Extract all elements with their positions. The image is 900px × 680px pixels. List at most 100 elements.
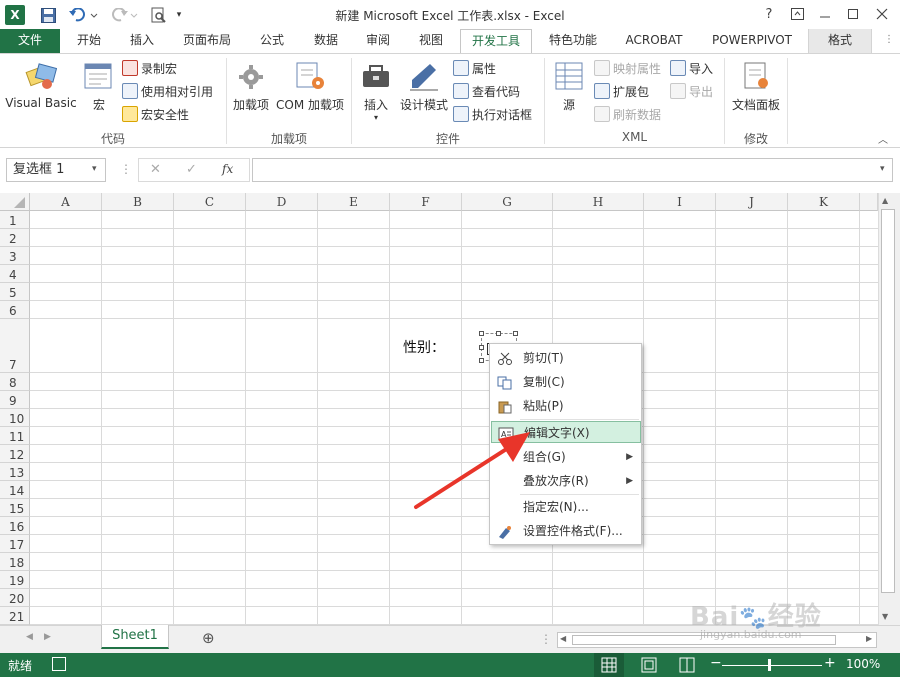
- row-header[interactable]: 1: [0, 211, 30, 229]
- tab-review[interactable]: 审阅: [356, 29, 400, 53]
- menu-item-format-control[interactable]: 设置控件格式(F)...: [491, 520, 641, 542]
- formula-input[interactable]: [252, 158, 893, 182]
- resize-handle[interactable]: [479, 331, 484, 336]
- macro-recording-icon[interactable]: [52, 657, 66, 671]
- import-button[interactable]: 导入: [670, 58, 713, 78]
- tab-page-layout[interactable]: 页面布局: [174, 29, 240, 53]
- resize-handle[interactable]: [479, 345, 484, 350]
- column-header[interactable]: I: [644, 193, 716, 211]
- column-header[interactable]: E: [318, 193, 390, 211]
- com-addins-button[interactable]: COM 加载项: [274, 60, 346, 113]
- properties-button[interactable]: 属性: [453, 58, 496, 78]
- sheet-tab-sheet1[interactable]: Sheet1: [101, 625, 169, 649]
- macros-button[interactable]: 宏: [82, 60, 116, 113]
- row-header[interactable]: 18: [0, 553, 30, 571]
- row-header[interactable]: 17: [0, 535, 30, 553]
- name-box-dropdown-icon[interactable]: ▾: [92, 164, 97, 174]
- row-header[interactable]: 21: [0, 607, 30, 625]
- expand-formula-bar-icon[interactable]: ▾: [880, 164, 885, 174]
- next-sheet-icon[interactable]: ▶: [44, 632, 51, 642]
- map-properties-button[interactable]: 映射属性: [594, 58, 661, 78]
- tab-formulas[interactable]: 公式: [250, 29, 294, 53]
- column-header[interactable]: [860, 193, 878, 211]
- row-header[interactable]: 4: [0, 265, 30, 283]
- insert-function-icon[interactable]: fx: [222, 162, 233, 176]
- collapse-ribbon-icon[interactable]: ︿: [878, 131, 888, 146]
- tab-file[interactable]: 文件: [0, 29, 60, 53]
- zoom-slider-thumb[interactable]: [768, 659, 771, 671]
- addins-button[interactable]: 加载项: [230, 60, 272, 113]
- row-header[interactable]: 15: [0, 499, 30, 517]
- column-header[interactable]: G: [462, 193, 553, 211]
- view-code-button[interactable]: 查看代码: [453, 81, 520, 101]
- menu-item-copy[interactable]: 复制(C): [491, 371, 641, 393]
- select-all-corner[interactable]: [0, 193, 30, 211]
- ribbon-display-icon[interactable]: [784, 3, 810, 25]
- record-macro-button[interactable]: 录制宏: [122, 58, 177, 78]
- cancel-icon[interactable]: ✕: [150, 162, 161, 177]
- scroll-right-icon[interactable]: ▶: [866, 634, 872, 643]
- row-header[interactable]: 20: [0, 589, 30, 607]
- row-header[interactable]: 13: [0, 463, 30, 481]
- tab-scroll-right-icon[interactable]: ⋮: [884, 34, 896, 48]
- page-layout-view-button[interactable]: [636, 653, 662, 677]
- maximize-icon[interactable]: [840, 3, 866, 25]
- refresh-data-button[interactable]: 刷新数据: [594, 104, 661, 124]
- column-header[interactable]: J: [716, 193, 788, 211]
- resize-handle[interactable]: [513, 331, 518, 336]
- column-header[interactable]: K: [788, 193, 860, 211]
- scroll-down-icon[interactable]: ▼: [882, 612, 888, 621]
- row-header[interactable]: 10: [0, 409, 30, 427]
- export-button[interactable]: 导出: [670, 81, 713, 101]
- row-header[interactable]: 12: [0, 445, 30, 463]
- help-button[interactable]: ?: [756, 3, 782, 25]
- add-sheet-icon[interactable]: ⊕: [202, 629, 215, 647]
- cell-f7-text[interactable]: 性别：: [403, 337, 445, 357]
- row-header[interactable]: 8: [0, 373, 30, 391]
- column-header[interactable]: F: [390, 193, 462, 211]
- worksheet-grid[interactable]: [0, 193, 878, 625]
- row-header[interactable]: 11: [0, 427, 30, 445]
- column-header[interactable]: B: [102, 193, 174, 211]
- prev-sheet-icon[interactable]: ◀: [26, 632, 33, 642]
- row-header[interactable]: 7: [0, 319, 30, 373]
- resize-handle[interactable]: [496, 331, 501, 336]
- scroll-left-icon[interactable]: ◀: [560, 634, 566, 643]
- column-header[interactable]: D: [246, 193, 318, 211]
- tab-features[interactable]: 特色功能: [540, 29, 606, 53]
- zoom-slider-track[interactable]: [722, 665, 822, 666]
- enter-icon[interactable]: ✓: [186, 162, 197, 177]
- row-header[interactable]: 6: [0, 301, 30, 319]
- row-header[interactable]: 14: [0, 481, 30, 499]
- column-header[interactable]: H: [553, 193, 644, 211]
- run-dialog-button[interactable]: 执行对话框: [453, 104, 532, 124]
- xml-source-button[interactable]: 源: [552, 60, 586, 113]
- menu-item-paste[interactable]: 粘贴(P): [491, 395, 641, 417]
- page-break-view-button[interactable]: [674, 653, 700, 677]
- zoom-in-button[interactable]: +: [824, 655, 836, 671]
- row-header[interactable]: 3: [0, 247, 30, 265]
- expansion-packs-button[interactable]: 扩展包: [594, 81, 649, 101]
- tab-view[interactable]: 视图: [409, 29, 453, 53]
- resize-handle[interactable]: [479, 358, 484, 363]
- column-header[interactable]: A: [30, 193, 102, 211]
- vertical-scroll-thumb[interactable]: [881, 209, 895, 593]
- row-header[interactable]: 16: [0, 517, 30, 535]
- scroll-up-icon[interactable]: ▲: [882, 196, 888, 205]
- close-icon[interactable]: [869, 3, 895, 25]
- document-panel-button[interactable]: 文档面板: [730, 60, 782, 113]
- tab-acrobat[interactable]: ACROBAT: [616, 29, 692, 53]
- row-header[interactable]: 5: [0, 283, 30, 301]
- macro-security-button[interactable]: 宏安全性: [122, 104, 189, 124]
- tab-powerpivot[interactable]: POWERPIVOT: [702, 29, 802, 53]
- name-box[interactable]: 复选框 1: [6, 158, 106, 182]
- tab-data[interactable]: 数据: [304, 29, 348, 53]
- normal-view-button[interactable]: [594, 653, 624, 677]
- column-header[interactable]: C: [174, 193, 246, 211]
- menu-item-cut[interactable]: 剪切(T): [491, 347, 641, 369]
- tab-developer[interactable]: 开发工具: [460, 29, 532, 54]
- design-mode-button[interactable]: 设计模式: [398, 60, 450, 113]
- tab-insert[interactable]: 插入: [118, 29, 166, 53]
- row-header[interactable]: 19: [0, 571, 30, 589]
- tab-home[interactable]: 开始: [65, 29, 113, 53]
